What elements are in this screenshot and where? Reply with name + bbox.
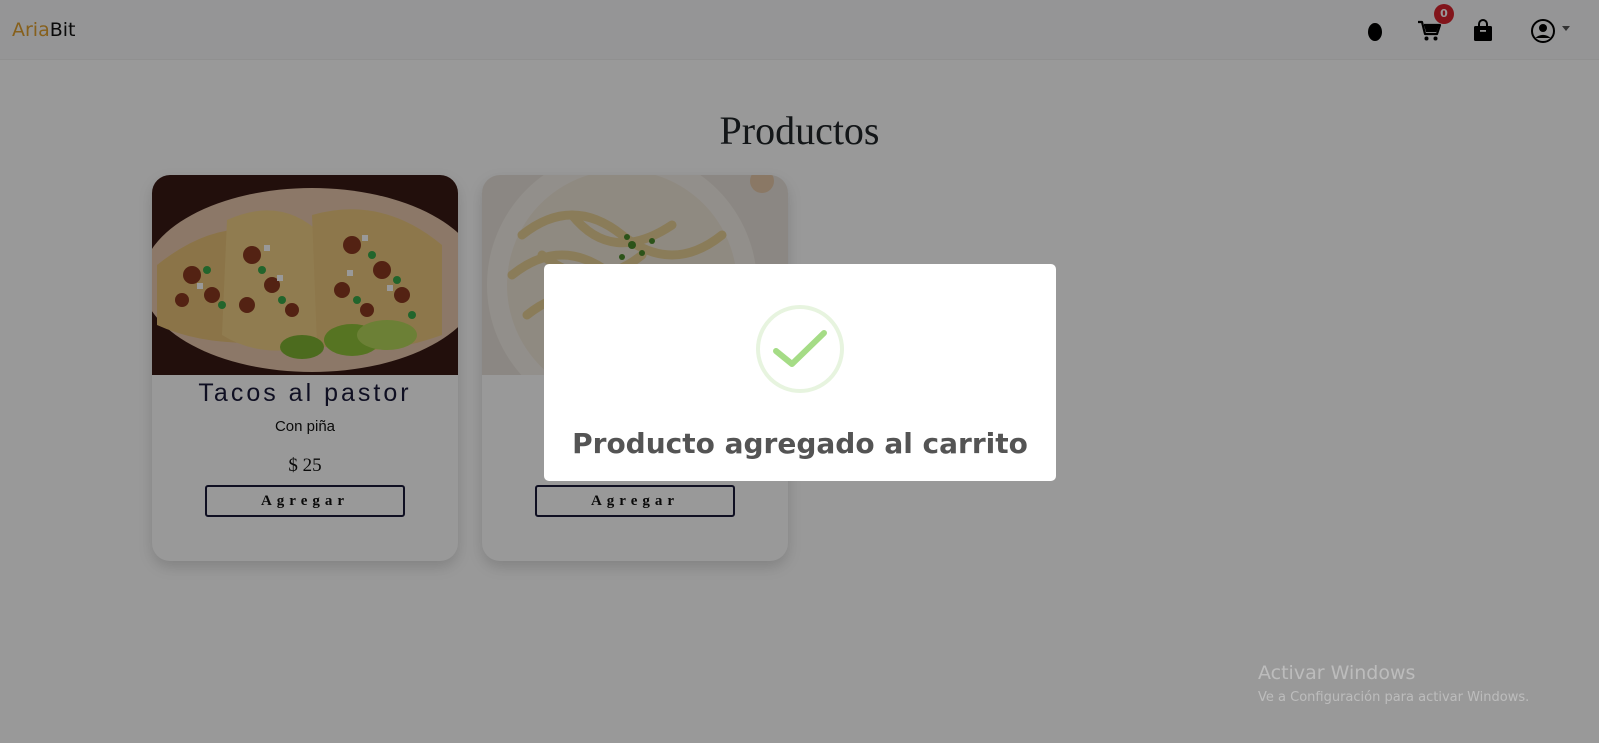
watermark-line-1: Activar Windows [1258,662,1416,684]
check-success-icon [756,305,844,393]
modal-message: Producto agregado al carrito [572,427,1028,460]
success-modal: Producto agregado al carrito [544,264,1056,481]
windows-watermark: Activar Windows Ve a Configuración para … [1258,662,1529,705]
watermark-line-2: Ve a Configuración para activar Windows. [1258,690,1530,705]
